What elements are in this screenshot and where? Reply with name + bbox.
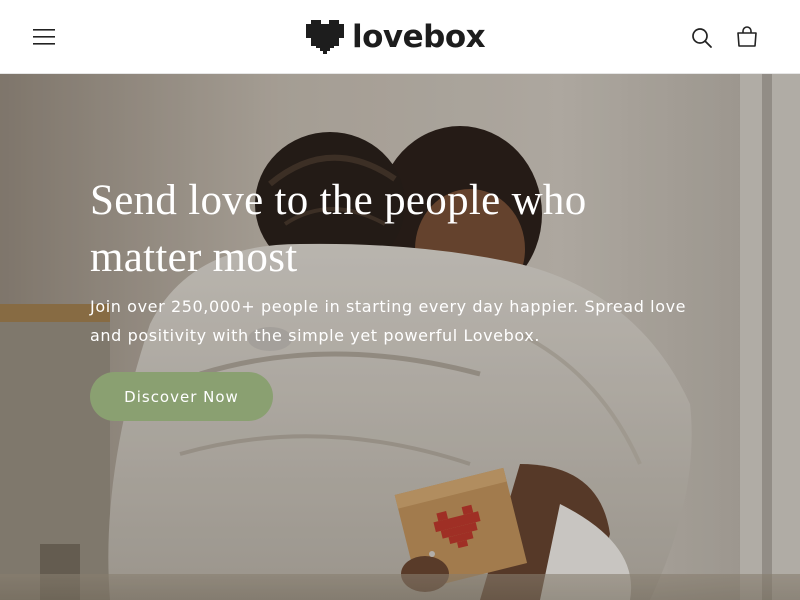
site-header: lovebox	[0, 0, 800, 74]
shopping-bag-icon	[737, 26, 757, 47]
hero-subtitle: Join over 250,000+ people in starting ev…	[90, 297, 687, 345]
hero-banner: Send love to the people who matter most …	[0, 74, 800, 600]
site-logo[interactable]: lovebox	[306, 18, 486, 56]
search-icon	[692, 28, 712, 48]
pixel-heart-icon	[306, 20, 344, 54]
menu-button[interactable]	[22, 15, 66, 59]
hero-title: Send love to the people who matter most	[90, 177, 587, 281]
search-button[interactable]	[679, 15, 723, 59]
cart-button[interactable]	[725, 15, 769, 59]
logo-text: lovebox	[352, 18, 486, 55]
hamburger-icon	[33, 29, 55, 45]
discover-now-button[interactable]: Discover Now	[90, 372, 273, 421]
